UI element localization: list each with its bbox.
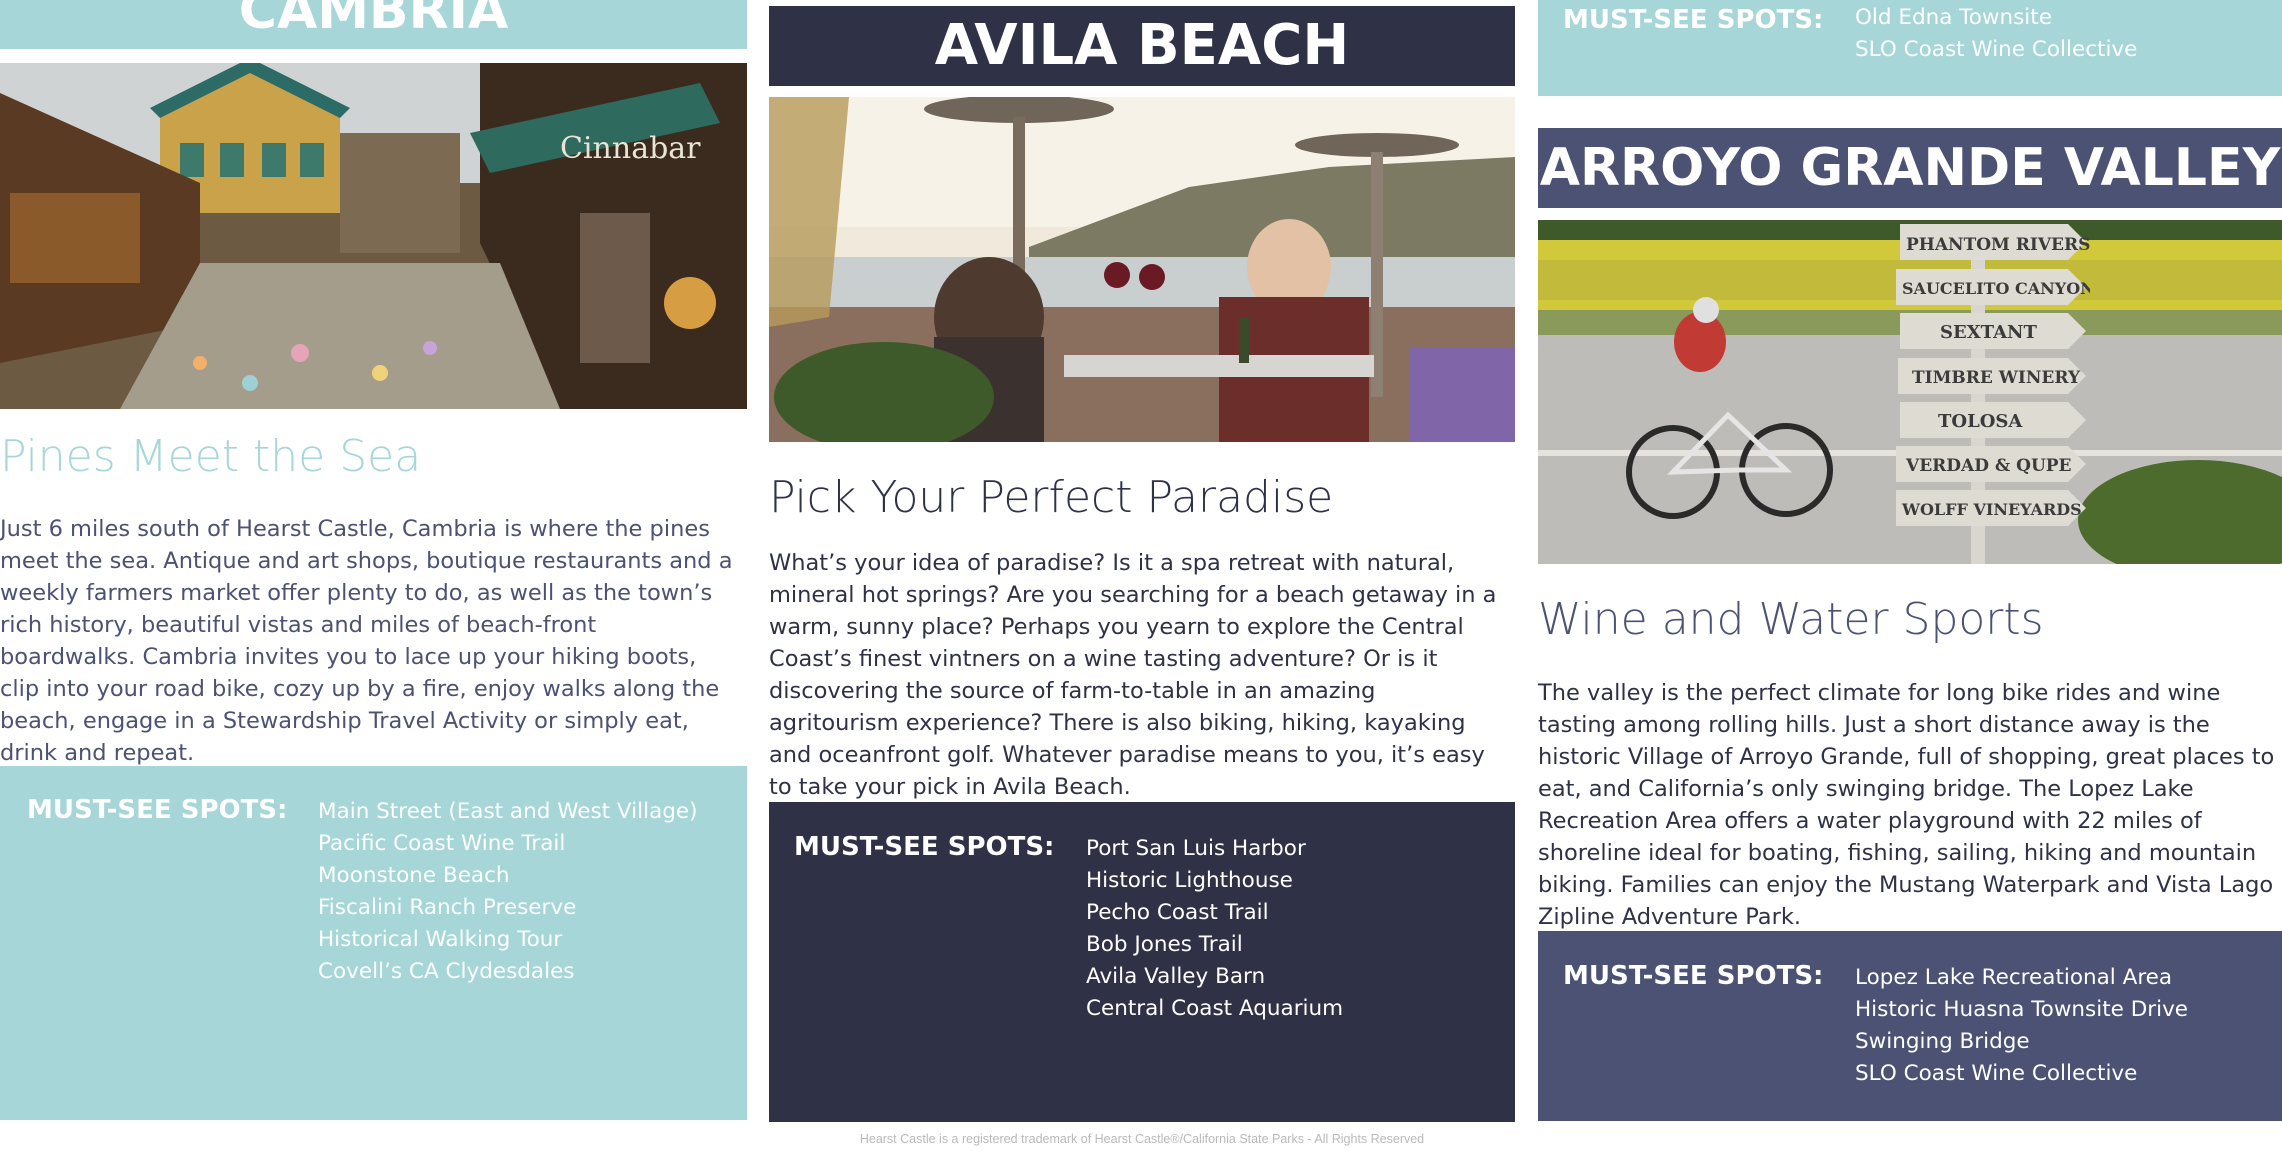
cambria-banner: CAMBRIA [0, 0, 747, 49]
list-item: Central Coast Aquarium [1086, 996, 1344, 1021]
list-item: SLO Coast Wine Collective [1855, 37, 2138, 62]
cambria-photo: Cinnabar [0, 63, 747, 409]
avila-spots-panel: MUST-SEE SPOTS: Port San Luis Harbor His… [769, 802, 1515, 1122]
sign-label: TOLOSA [1938, 411, 2023, 432]
arroyo-banner-title: ARROYO GRANDE VALLEY [1539, 138, 2281, 198]
sign-2: SAUCELITO CANYON [1896, 269, 2090, 305]
arroyo-body: The valley is the perfect climate for lo… [1538, 680, 2275, 930]
avila-photo [769, 97, 1515, 442]
avila-spots-list: Port San Luis Harbor Historic Lighthouse… [1086, 833, 1343, 1025]
sign-1: PHANTOM RIVERS [1900, 224, 2090, 260]
avila-spots-label: MUST-SEE SPOTS: [794, 832, 1055, 862]
list-item: Old Edna Townsite [1855, 5, 2052, 30]
prev-spots-list: Old Edna Townsite SLO Coast Wine Collect… [1855, 2, 2137, 66]
sign-label: SEXTANT [1940, 322, 2038, 343]
sign-label: PHANTOM RIVERS [1906, 235, 2090, 255]
arroyo-spots-panel: MUST-SEE SPOTS: Lopez Lake Recreational … [1538, 931, 2282, 1121]
list-item: Main Street (East and West Village) [318, 799, 698, 824]
cambria-spots-list: Main Street (East and West Village) Paci… [318, 796, 698, 988]
avila-banner-title: AVILA BEACH [934, 13, 1350, 78]
list-item: Pecho Coast Trail [1086, 900, 1269, 925]
arroyo-banner: ARROYO GRANDE VALLEY [1538, 128, 2282, 208]
avila-subheading: Pick Your Perfect Paradise [769, 472, 1334, 523]
list-item: Bob Jones Trail [1086, 932, 1243, 957]
list-item: Port San Luis Harbor [1086, 836, 1306, 861]
list-item: Historical Walking Tour [318, 927, 563, 952]
sign-5: TOLOSA [1900, 402, 2086, 438]
avila-banner: AVILA BEACH [769, 6, 1515, 86]
arroyo-spots-list: Lopez Lake Recreational Area Historic Hu… [1855, 962, 2188, 1090]
list-item: SLO Coast Wine Collective [1855, 1061, 2138, 1086]
list-item: Fiscalini Ranch Preserve [318, 895, 577, 920]
winery-signpost: PHANTOM RIVERS SAUCELITO CANYON SEXTANT … [1896, 224, 2090, 526]
list-item: Lopez Lake Recreational Area [1855, 965, 2173, 990]
sign-label: SAUCELITO CANYON [1902, 279, 2090, 298]
cambria-body: Just 6 miles south of Hearst Castle, Cam… [0, 516, 733, 766]
list-item: Historic Huasna Townsite Drive [1855, 997, 2189, 1022]
sign-4: TIMBRE WINERY [1898, 358, 2086, 394]
arroyo-subheading: Wine and Water Sports [1538, 594, 2044, 645]
cambria-subheading: Pines Meet the Sea [0, 431, 422, 482]
prev-spots-panel: MUST-SEE SPOTS: Old Edna Townsite SLO Co… [1538, 0, 2282, 96]
sign-label: TIMBRE WINERY [1912, 368, 2081, 388]
cambria-spots-panel: MUST-SEE SPOTS: Main Street (East and We… [0, 766, 747, 1120]
list-item: Moonstone Beach [318, 863, 510, 888]
list-item: Covell’s CA Clydesdales [318, 959, 575, 984]
list-item: Historic Lighthouse [1086, 868, 1293, 893]
sign-label: WOLFF VINEYARDS [1901, 500, 2082, 519]
cinnabar-sign-text: Cinnabar [560, 131, 701, 166]
list-item: Avila Valley Barn [1086, 964, 1266, 989]
sign-6: VERDAD & QUPE [1896, 446, 2086, 482]
list-item: Swinging Bridge [1855, 1029, 2030, 1054]
cambria-banner-title: CAMBRIA [238, 0, 509, 41]
list-item: Pacific Coast Wine Trail [318, 831, 566, 856]
prev-spots-label: MUST-SEE SPOTS: [1563, 5, 1824, 35]
cambria-spots-label: MUST-SEE SPOTS: [27, 795, 288, 825]
arroyo-spots-label: MUST-SEE SPOTS: [1563, 961, 1824, 991]
sign-label: VERDAD & QUPE [1905, 456, 2072, 476]
trademark-footnote: Hearst Castle is a registered trademark … [859, 1132, 1425, 1146]
sign-7: WOLFF VINEYARDS [1896, 490, 2086, 526]
sign-3: SEXTANT [1900, 313, 2086, 349]
avila-body: What’s your idea of paradise? Is it a sp… [769, 550, 1497, 800]
